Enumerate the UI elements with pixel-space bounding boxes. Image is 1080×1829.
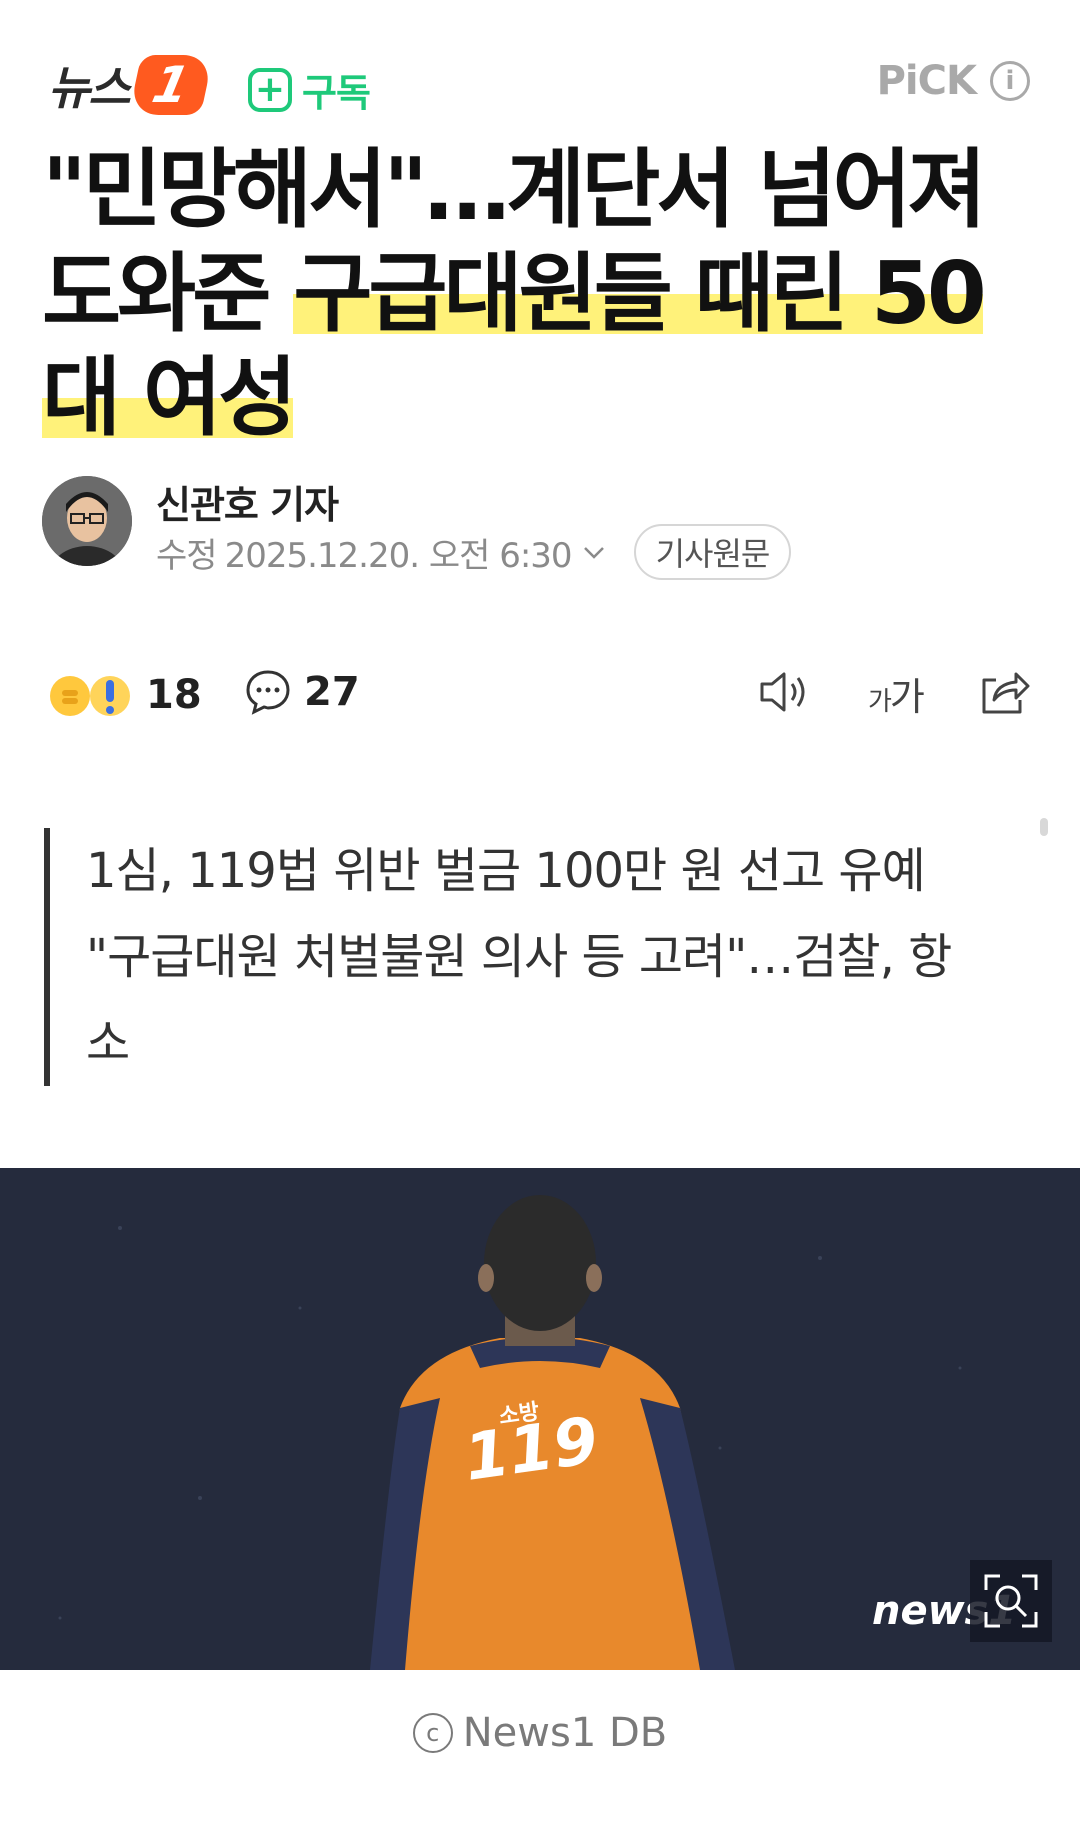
share-icon[interactable]	[976, 664, 1032, 720]
pick-label: PiCK	[876, 58, 977, 104]
thumbs-up-surprised-icon	[50, 676, 130, 716]
summary-line: 소	[86, 1015, 130, 1071]
comment-button[interactable]: 27	[244, 668, 360, 716]
article-photo[interactable]: 소방 119 news1	[0, 1168, 1080, 1670]
speaker-icon[interactable]	[756, 664, 812, 720]
action-bar: 18 27 가가	[0, 660, 1080, 730]
copyright-icon: c	[412, 1713, 453, 1753]
subscribe-button[interactable]: + 구독	[248, 62, 371, 117]
article-meta: 수정 2025.12.20. 오전 6:30 기사원문	[156, 524, 792, 580]
news1-logo[interactable]: 뉴스 1	[48, 52, 214, 118]
reporter-avatar[interactable]	[42, 476, 132, 566]
subscribe-label: 구독	[302, 71, 371, 115]
date-value[interactable]: 2025.12.20. 오전 6:30	[225, 528, 573, 577]
article-title: "민망해서"…계단서 넘어져 도와준 구급대원들 때린 50대 여성	[42, 138, 1042, 450]
scroll-indicator[interactable]	[1040, 818, 1048, 836]
caption-text: News1 DB	[462, 1710, 668, 1756]
article-summary: 1심, 119법 위반 벌금 100만 원 선고 유예 "구급대원 처벌불원 의…	[44, 828, 1024, 1086]
reaction-count: 18	[146, 672, 202, 718]
plus-icon: +	[248, 67, 292, 112]
summary-line: 1심, 119법 위반 벌금 100만 원 선고 유예	[86, 843, 926, 899]
font-size-small-label: 가	[868, 687, 892, 717]
photo-caption: c News1 DB	[0, 1710, 1080, 1756]
reaction-button[interactable]: 18	[48, 668, 202, 722]
summary-line: "구급대원 처벌불원 의사 등 고려"…검찰, 항	[86, 929, 952, 985]
info-icon[interactable]: i	[990, 61, 1030, 101]
font-size-large-label: 가	[889, 675, 925, 719]
zoom-button[interactable]	[970, 1560, 1052, 1642]
pick-section[interactable]: PiCK i	[877, 58, 1030, 104]
comment-count: 27	[304, 669, 360, 715]
logo-badge: 1	[128, 55, 214, 115]
font-size-button[interactable]: 가가	[868, 666, 925, 721]
original-article-button[interactable]: 기사원문	[633, 524, 792, 580]
date-label: 수정	[156, 535, 218, 576]
reporter-name[interactable]: 신관호 기자	[156, 474, 339, 529]
speech-bubble-icon	[246, 670, 290, 715]
logo-text: 뉴스	[48, 61, 131, 115]
zoom-in-icon	[984, 1574, 1038, 1628]
chevron-down-icon[interactable]	[580, 538, 608, 566]
